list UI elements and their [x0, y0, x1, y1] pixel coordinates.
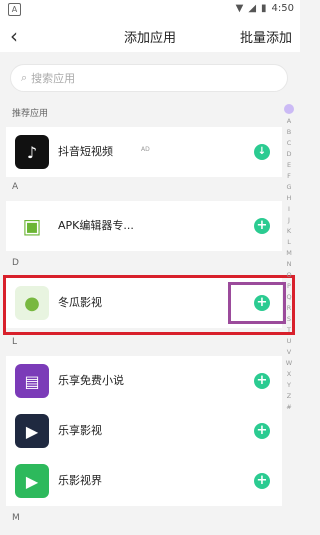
plus-icon[interactable]: + [254, 218, 270, 234]
alphabet-index[interactable]: A B C D E F G H I J K L M N O P Q R S T … [283, 104, 295, 413]
index-letter[interactable]: I [288, 204, 290, 215]
app-row-leying-world[interactable]: ▶ 乐影视界 + [6, 456, 282, 506]
lexiang-novel-app-icon: ▤ [15, 364, 49, 398]
ad-badge: AD [141, 146, 150, 153]
signal-icon: ◢ [248, 3, 257, 14]
search-placeholder: 搜索应用 [31, 72, 76, 85]
search-input[interactable]: ⌕ 搜索应用 [10, 64, 288, 92]
index-letter[interactable]: V [287, 347, 291, 358]
section-label-l: L [12, 337, 18, 347]
section-label-recommended: 推荐应用 [12, 109, 49, 119]
status-time: 4:50 [271, 3, 294, 14]
app-name: 抖音短视频 [58, 145, 113, 158]
index-letter[interactable]: K [287, 226, 291, 237]
battery-icon: ▮ [261, 3, 267, 14]
index-letter[interactable]: Q [286, 292, 291, 303]
plus-icon[interactable]: + [254, 423, 270, 439]
index-letter[interactable]: M [286, 248, 292, 259]
app-row-lexiang-video[interactable]: ▶ 乐享影视 + [6, 406, 282, 456]
index-letter[interactable]: W [286, 358, 292, 369]
section-label-a: A [12, 182, 19, 192]
index-letter[interactable]: C [287, 138, 292, 149]
status-bar: A ▼ ◢ ▮ 4:50 [0, 0, 300, 20]
index-letter[interactable]: N [287, 259, 292, 270]
index-letter[interactable]: # [286, 402, 291, 413]
status-icons: ▼ ◢ ▮ 4:50 [236, 3, 294, 14]
index-letter[interactable]: H [287, 193, 292, 204]
download-icon[interactable]: ↓ [254, 144, 270, 160]
index-letter[interactable]: O [286, 270, 291, 281]
index-letter[interactable]: B [287, 127, 291, 138]
index-letter[interactable]: S [287, 314, 291, 325]
index-letter[interactable]: J [288, 215, 290, 226]
batch-add-button[interactable]: 批量添加 [240, 27, 292, 46]
app-row-douyin[interactable]: ♪ 抖音短视频 AD ↓ [6, 127, 282, 177]
search-icon: ⌕ [21, 71, 28, 84]
apk-editor-app-icon: ▣ [15, 209, 49, 243]
index-letter[interactable]: L [287, 237, 291, 248]
index-letter[interactable]: D [286, 149, 291, 160]
section-label-m: M [12, 513, 20, 523]
index-letter[interactable]: T [287, 325, 291, 336]
plus-icon[interactable]: + [254, 373, 270, 389]
notification-icon: A [8, 3, 21, 16]
index-letter[interactable]: U [287, 336, 292, 347]
index-letter[interactable]: Y [287, 380, 291, 391]
app-row-lexiang-novel[interactable]: ▤ 乐享免费小说 + [6, 356, 282, 406]
header: ‹ 添加应用 批量添加 [0, 20, 300, 52]
index-letter[interactable]: G [286, 182, 291, 193]
index-letter[interactable]: A [287, 116, 291, 127]
lexiang-video-app-icon: ▶ [15, 414, 49, 448]
index-letter[interactable]: E [287, 160, 291, 171]
index-letter[interactable]: R [287, 303, 292, 314]
highlight-box-add-button [228, 282, 286, 324]
index-recommend-icon[interactable] [284, 104, 294, 114]
app-row-apk-editor[interactable]: ▣ APK编辑器专... + [6, 201, 282, 251]
plus-icon[interactable]: + [254, 473, 270, 489]
wifi-icon: ▼ [235, 3, 244, 14]
app-name: 乐享影视 [58, 424, 102, 437]
app-name: 乐影视界 [58, 474, 102, 487]
app-name: 乐享免费小说 [58, 374, 124, 387]
douyin-app-icon: ♪ [15, 135, 49, 169]
app-name: APK编辑器专... [58, 219, 134, 232]
index-letter[interactable]: P [287, 281, 291, 292]
index-letter[interactable]: X [287, 369, 291, 380]
index-letter[interactable]: F [287, 171, 291, 182]
section-label-d: D [12, 258, 19, 268]
leying-world-app-icon: ▶ [15, 464, 49, 498]
index-letter[interactable]: Z [287, 391, 291, 402]
